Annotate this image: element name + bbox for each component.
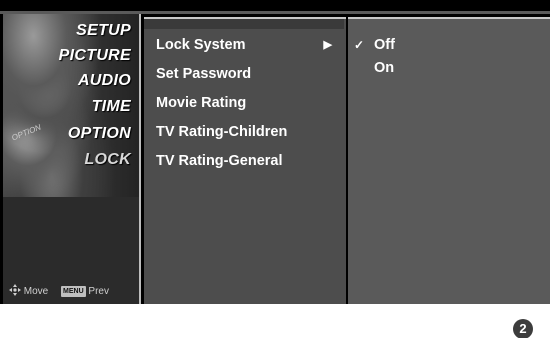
category-audio[interactable]: AUDIO <box>31 68 131 94</box>
move-arrows-icon <box>9 284 21 296</box>
lock-submenu: Lock System ▶ Set Password Movie Rating … <box>144 17 346 304</box>
tv-osd-screen: OPTION SETUP PICTURE AUDIO TIME OPTION L… <box>0 0 550 304</box>
category-setup[interactable]: SETUP <box>31 18 131 44</box>
submenu-item-tv-rating-children[interactable]: TV Rating-Children <box>156 119 346 145</box>
move-hint-label: Move <box>23 286 49 297</box>
category-picture[interactable]: PICTURE <box>31 43 131 69</box>
submenu-item-label: TV Rating-General <box>156 153 283 169</box>
submenu-item-set-password[interactable]: Set Password <box>156 61 346 87</box>
menu-key-icon: MENU <box>61 286 86 297</box>
category-option[interactable]: OPTION <box>31 121 131 147</box>
step-number-badge: 2 <box>513 319 533 338</box>
navigation-hint: Move MENU Prev <box>9 284 139 298</box>
submenu-arrow-icon: ▶ <box>323 39 332 51</box>
prev-hint-label: Prev <box>88 286 109 297</box>
submenu-item-tv-rating-general[interactable]: TV Rating-General <box>156 148 346 174</box>
submenu-item-lock-system[interactable]: Lock System ▶ <box>156 32 346 58</box>
category-panel: OPTION SETUP PICTURE AUDIO TIME OPTION L… <box>3 14 141 304</box>
option-label: On <box>374 60 395 76</box>
submenu-item-label: Movie Rating <box>156 95 247 111</box>
submenu-item-movie-rating[interactable]: Movie Rating <box>156 90 346 116</box>
lock-system-options: ✓ Off On <box>348 17 550 304</box>
submenu-item-label: TV Rating-Children <box>156 124 288 140</box>
category-time[interactable]: TIME <box>31 94 131 120</box>
category-lock[interactable]: LOCK <box>31 147 131 173</box>
submenu-item-label: Set Password <box>156 66 252 82</box>
option-on[interactable]: On <box>348 55 548 81</box>
submenu-header-band <box>144 19 344 29</box>
submenu-item-label: Lock System <box>156 37 246 53</box>
